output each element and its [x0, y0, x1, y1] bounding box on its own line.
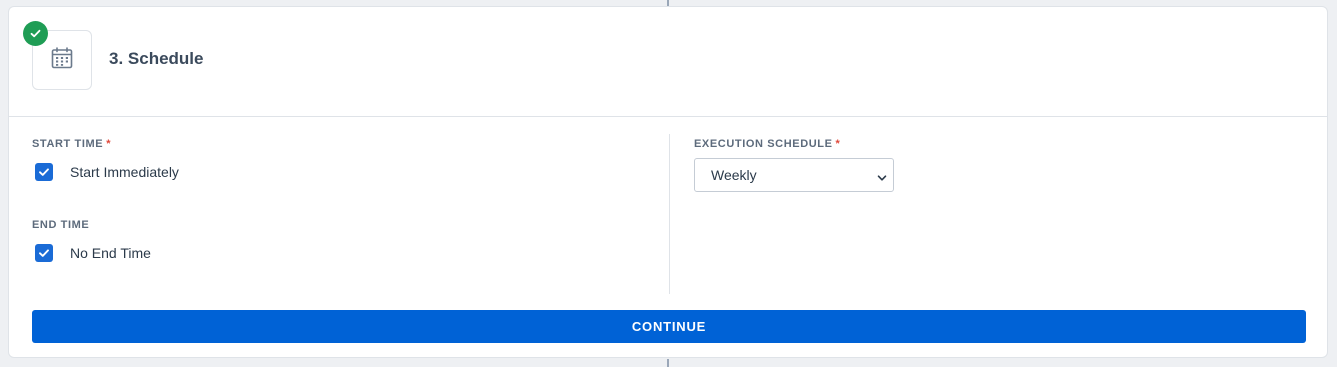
no-end-time-checkbox[interactable]	[35, 244, 53, 262]
calendar-icon	[50, 46, 74, 75]
execution-schedule-value: Weekly	[711, 167, 757, 183]
chevron-down-icon	[877, 170, 887, 186]
column-divider	[669, 134, 670, 294]
start-immediately-row[interactable]: Start Immediately	[35, 163, 179, 181]
no-end-time-row[interactable]: No End Time	[35, 244, 151, 262]
start-time-label: START TIME *	[32, 138, 111, 150]
execution-schedule-select[interactable]: Weekly	[694, 158, 894, 192]
step-title: 3. Schedule	[109, 49, 204, 68]
required-marker: *	[835, 138, 841, 150]
schedule-step-card: 3. Schedule START TIME * Start Immediatel…	[8, 6, 1328, 358]
required-marker: *	[106, 138, 112, 150]
execution-schedule-label-text: EXECUTION SCHEDULE	[694, 138, 833, 150]
execution-schedule-label: EXECUTION SCHEDULE *	[694, 138, 840, 150]
continue-button[interactable]: CONTINUE	[32, 310, 1306, 343]
checkmark-icon	[39, 249, 49, 257]
start-immediately-label: Start Immediately	[70, 164, 179, 180]
start-immediately-checkbox[interactable]	[35, 163, 53, 181]
no-end-time-label: No End Time	[70, 245, 151, 261]
step-header: 3. Schedule	[9, 7, 1327, 117]
start-time-label-text: START TIME	[32, 138, 104, 150]
end-time-label: END TIME	[32, 219, 90, 231]
check-circle-icon	[23, 21, 48, 46]
checkmark-icon	[39, 168, 49, 176]
flow-connector-bottom	[667, 359, 669, 367]
step-body: START TIME * Start Immediately END TIME N…	[9, 117, 1327, 294]
